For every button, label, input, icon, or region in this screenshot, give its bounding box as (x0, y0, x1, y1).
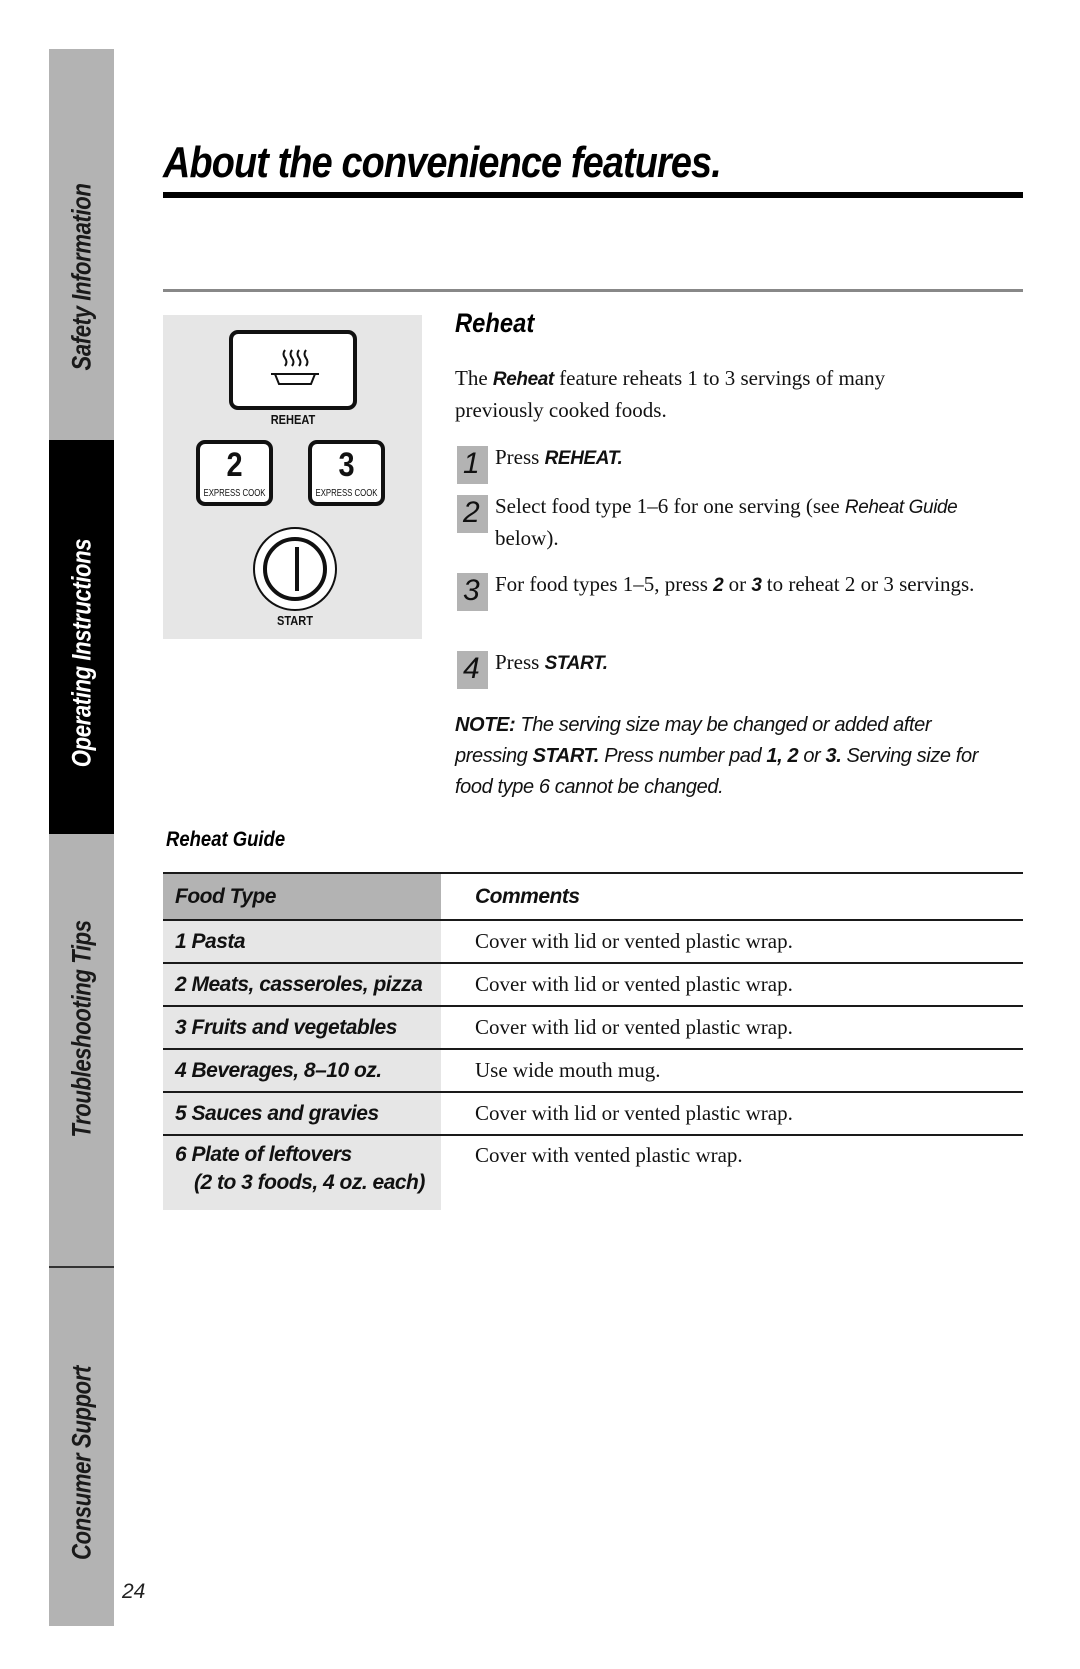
tab-label: Safety Information (66, 183, 96, 371)
table-row: 5 Sauces and gravies Cover with lid or v… (163, 1091, 1023, 1134)
food-type-cell: 2 Meats, casseroles, pizza (163, 964, 441, 1005)
title-rule (163, 192, 1023, 198)
key-number: 3 (338, 446, 355, 484)
key-number: 2 (226, 446, 243, 484)
page-title: About the convenience features. (163, 138, 722, 187)
section-heading: Reheat (455, 308, 535, 338)
step-number-badge: 2 (457, 495, 488, 533)
food-type-text: 6 Plate of leftovers (175, 1143, 352, 1166)
table-row: 6 Plate of leftovers (2 to 3 foods, 4 oz… (163, 1134, 1023, 1210)
reheat-key (229, 330, 357, 410)
column-header-food-type: Food Type (163, 874, 441, 919)
section-tabs: Safety Information Operating Instruction… (49, 49, 114, 1626)
column-header-comments: Comments (475, 884, 580, 908)
comment-cell: Cover with lid or vented plastic wrap. (475, 1015, 793, 1039)
food-type-cell: 4 Beverages, 8–10 oz. (163, 1050, 441, 1091)
food-type-subtext: (2 to 3 foods, 4 oz. each) (194, 1171, 425, 1194)
key-sublabel: EXPRESS COOK (203, 488, 266, 499)
intro-feature-name: Reheat (492, 369, 554, 390)
intro-text: The (455, 366, 493, 390)
tab-troubleshooting-tips[interactable]: Troubleshooting Tips (49, 834, 114, 1266)
step-text: For food types 1–5, press 2 or 3 to rehe… (495, 572, 975, 596)
step-text: Press REHEAT. (495, 445, 623, 469)
food-type-cell: 5 Sauces and gravies (163, 1093, 441, 1134)
step-text: Press START. (495, 650, 608, 674)
reheat-section: Reheat The Reheat feature reheats 1 to 3… (455, 308, 1025, 798)
table-row: 3 Fruits and vegetables Cover with lid o… (163, 1005, 1023, 1048)
number-3-key: 3 EXPRESS COOK (308, 440, 385, 506)
tab-label: Consumer Support (66, 1366, 96, 1560)
table-row: 2 Meats, casseroles, pizza Cover with li… (163, 962, 1023, 1005)
page-number: 24 (122, 1580, 146, 1603)
table-row: 1 Pasta Cover with lid or vented plastic… (163, 919, 1023, 962)
tab-consumer-support[interactable]: Consumer Support (49, 1268, 114, 1626)
table-header-row: Food Type Comments (163, 872, 1023, 919)
comment-cell: Cover with lid or vented plastic wrap. (475, 1101, 793, 1125)
reheat-guide-table: Food Type Comments 1 Pasta Cover with li… (163, 872, 1023, 1210)
guide-title: Reheat Guide (166, 828, 286, 851)
comment-cell: Use wide mouth mug. (475, 1058, 661, 1082)
key-sublabel: EXPRESS COOK (315, 488, 378, 499)
start-key (253, 527, 337, 611)
comment-cell: Cover with vented plastic wrap. (475, 1143, 743, 1167)
food-type-cell: 3 Fruits and vegetables (163, 1007, 441, 1048)
reheat-key-label: REHEAT (270, 412, 316, 427)
tab-safety-information[interactable]: Safety Information (49, 49, 114, 440)
food-type-cell: 6 Plate of leftovers (2 to 3 foods, 4 oz… (163, 1136, 441, 1210)
note-paragraph: NOTE: The serving size may be changed or… (455, 714, 978, 798)
start-key-label: START (276, 613, 314, 628)
tab-operating-instructions[interactable]: Operating Instructions (49, 440, 114, 834)
section-divider (163, 289, 1023, 292)
number-2-key: 2 EXPRESS COOK (196, 440, 273, 506)
power-icon (263, 537, 327, 601)
step-number-badge: 1 (457, 446, 488, 484)
step-number-badge: 4 (457, 651, 488, 689)
intro-paragraph: The Reheat feature reheats 1 to 3 servin… (455, 363, 975, 426)
control-panel-illustration: REHEAT 2 EXPRESS COOK 3 EXPRESS COOK STA… (163, 315, 422, 639)
comment-cell: Cover with lid or vented plastic wrap. (475, 972, 793, 996)
step-text: Select food type 1–6 for one serving (se… (495, 494, 958, 550)
comment-cell: Cover with lid or vented plastic wrap. (475, 929, 793, 953)
food-type-cell: 1 Pasta (163, 921, 441, 962)
tab-label: Troubleshooting Tips (66, 920, 96, 1138)
steaming-dish-icon (271, 349, 319, 385)
table-row: 4 Beverages, 8–10 oz. Use wide mouth mug… (163, 1048, 1023, 1091)
tab-label: Operating Instructions (66, 538, 96, 768)
step-number-badge: 3 (457, 573, 488, 611)
